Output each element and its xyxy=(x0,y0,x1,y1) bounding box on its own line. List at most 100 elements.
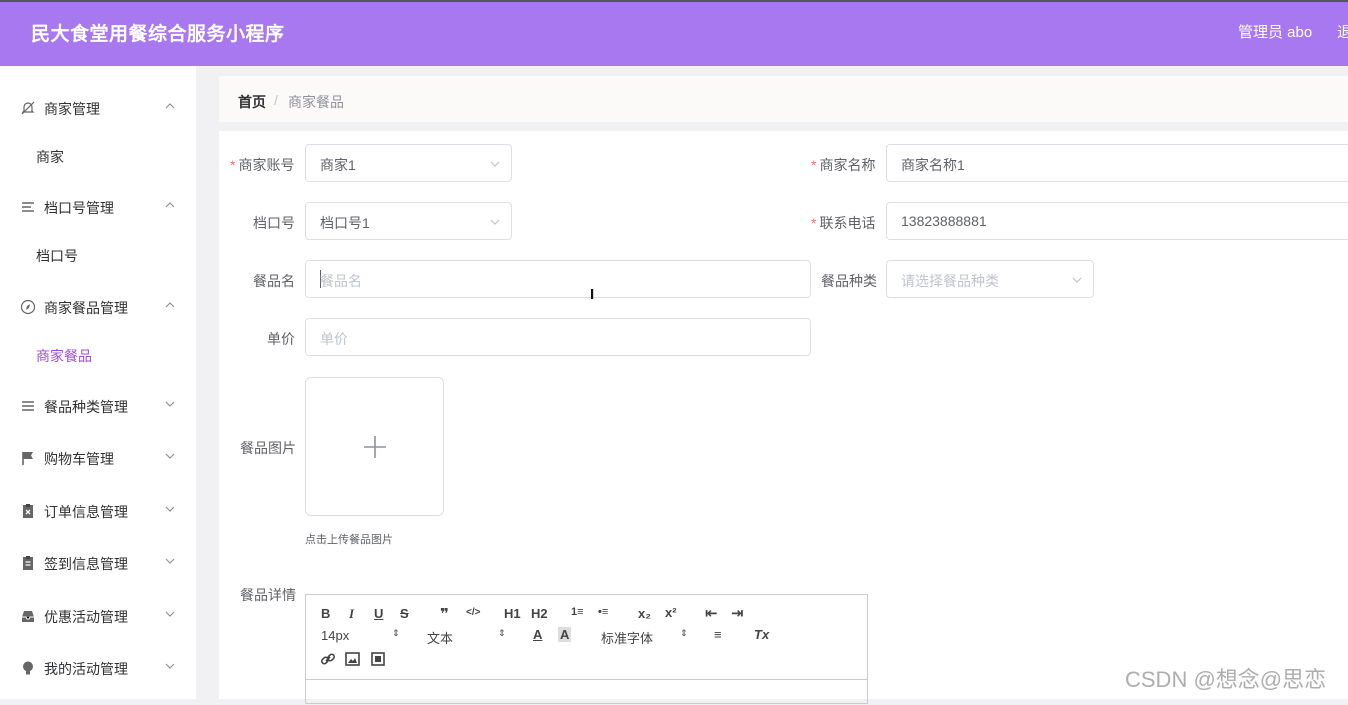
menu-label: 购物车管理 xyxy=(44,451,114,467)
stall-no-value: 档口号1 xyxy=(320,215,370,231)
strike-button[interactable]: S xyxy=(400,606,409,621)
required-mark: * xyxy=(230,157,236,173)
underline-button[interactable]: U xyxy=(374,606,383,621)
italic-button[interactable]: I xyxy=(349,606,354,622)
stall-no-label: 档口号 xyxy=(253,215,295,231)
merchant-account-select[interactable]: 商家1 xyxy=(305,144,512,182)
submenu-label: 商家餐品 xyxy=(36,348,92,364)
dropdown-arrows-icon: ⇕ xyxy=(498,628,506,638)
dropdown-arrows-icon: ⇕ xyxy=(392,628,400,638)
indent-button[interactable]: ⇥ xyxy=(731,604,744,622)
subscript-button[interactable]: x₂ xyxy=(638,606,651,621)
background-color-button[interactable]: A xyxy=(558,627,572,642)
compass-icon xyxy=(20,299,36,315)
menu-label: 商家管理 xyxy=(44,101,100,117)
bell-off-icon xyxy=(21,101,35,115)
chevron-down-icon xyxy=(165,611,175,617)
dish-image-label: 餐品图片 xyxy=(240,440,296,456)
phone-label: * 联系电话 xyxy=(811,215,876,231)
submenu-label: 商家 xyxy=(36,149,64,165)
image-upload-button[interactable] xyxy=(305,377,444,516)
breadcrumb-current: 商家餐品 xyxy=(288,94,344,110)
dish-name-label: 餐品名 xyxy=(253,273,295,289)
submenu-label: 档口号 xyxy=(36,248,78,264)
link-icon[interactable] xyxy=(320,651,336,667)
chevron-down-icon xyxy=(165,453,175,459)
align-button[interactable]: ≡ xyxy=(714,627,722,642)
menu-label: 餐品种类管理 xyxy=(44,399,128,415)
top-bar: 民大食堂用餐综合服务小程序 管理员 abo 退 xyxy=(0,0,1348,66)
required-mark: * xyxy=(811,215,817,231)
menu-my-activity-management[interactable]: 我的活动管理 xyxy=(0,648,196,688)
rich-text-editor: B I U S ❞ </> H1 H2 1≡ •≡ x₂ x² ⇤ ⇥ 14px… xyxy=(305,594,868,704)
required-mark: * xyxy=(811,157,817,173)
chevron-down-icon xyxy=(490,219,500,225)
menu-dish-category-management[interactable]: 餐品种类管理 xyxy=(0,386,196,426)
bold-button[interactable]: B xyxy=(321,606,330,621)
list-icon xyxy=(22,401,34,411)
price-label: 单价 xyxy=(267,331,295,347)
menu-label: 订单信息管理 xyxy=(44,504,128,520)
price-placeholder: 单价 xyxy=(320,331,348,347)
editor-content-area[interactable] xyxy=(306,679,867,705)
dish-form: * 商家账号 商家1 * 商家名称 商家名称1 档口号 档口号1 * 联系电话 138… xyxy=(219,131,1348,704)
submenu-merchant[interactable]: 商家 xyxy=(0,138,196,174)
menu-cart-management[interactable]: 购物车管理 xyxy=(0,438,196,478)
breadcrumb: 首页 / 商家餐品 xyxy=(219,76,1348,122)
price-input[interactable]: 单价 xyxy=(305,318,811,356)
watermark: CSDN @想念@思恋 xyxy=(1125,667,1327,692)
font-size-select[interactable]: 14px xyxy=(321,628,349,643)
submenu-merchant-dish[interactable]: 商家餐品 xyxy=(0,337,196,373)
image-icon[interactable] xyxy=(345,652,360,666)
menu-dish-management[interactable]: 商家餐品管理 xyxy=(0,287,196,327)
superscript-button[interactable]: x² xyxy=(665,605,677,620)
menu-promotion-management[interactable]: 优惠活动管理 xyxy=(0,596,196,636)
flag-icon xyxy=(22,452,33,465)
stall-no-select[interactable]: 档口号1 xyxy=(305,202,512,240)
menu-stall-management[interactable]: 档口号管理 xyxy=(0,187,196,227)
h1-button[interactable]: H1 xyxy=(504,606,521,621)
admin-user: 管理员 abo xyxy=(1238,24,1313,41)
chevron-up-icon xyxy=(165,202,175,208)
breadcrumb-home[interactable]: 首页 xyxy=(238,92,266,112)
quote-button[interactable]: ❞ xyxy=(440,605,449,623)
menu-label: 商家餐品管理 xyxy=(44,300,128,316)
menu-label: 签到信息管理 xyxy=(44,556,128,572)
chevron-down-icon xyxy=(490,161,500,167)
dropdown-arrows-icon: ⇕ xyxy=(680,628,688,638)
paragraph-select[interactable]: 文本 xyxy=(427,628,453,647)
video-icon[interactable] xyxy=(371,652,385,666)
ordered-list-button[interactable]: 1≡ xyxy=(571,606,584,618)
merchant-name-label: * 商家名称 xyxy=(811,157,876,173)
plus-icon xyxy=(364,436,386,458)
sidebar: 商家管理 商家 档口号管理 档口号 商家餐品管理 商家餐品 餐品种类管理 购物车… xyxy=(0,66,196,699)
font-family-select[interactable]: 标准字体 xyxy=(601,628,653,647)
list-icon xyxy=(22,202,34,212)
tray-icon xyxy=(22,611,34,622)
font-color-button[interactable]: A xyxy=(533,627,542,642)
submenu-stall[interactable]: 档口号 xyxy=(0,237,196,273)
menu-label: 我的活动管理 xyxy=(44,661,128,677)
dish-category-select[interactable]: 请选择餐品种类 xyxy=(886,260,1094,298)
dish-category-label: 餐品种类 xyxy=(821,273,877,289)
logout-link[interactable]: 退 xyxy=(1337,21,1348,42)
merchant-account-value: 商家1 xyxy=(320,157,356,173)
merchant-name-input[interactable]: 商家名称1 xyxy=(886,144,1348,182)
phone-input[interactable]: 13823888881 xyxy=(886,202,1348,240)
merchant-account-label: * 商家账号 xyxy=(230,157,295,173)
dish-name-input[interactable]: 餐品名 xyxy=(305,260,811,298)
menu-order-management[interactable]: 订单信息管理 xyxy=(0,491,196,531)
code-button[interactable]: </> xyxy=(466,607,480,618)
dish-name-placeholder: 餐品名 xyxy=(320,273,362,289)
h2-button[interactable]: H2 xyxy=(531,606,548,621)
app-title: 民大食堂用餐综合服务小程序 xyxy=(31,24,285,45)
dish-category-placeholder: 请选择餐品种类 xyxy=(901,273,999,289)
outdent-button[interactable]: ⇤ xyxy=(705,604,718,622)
menu-checkin-management[interactable]: 签到信息管理 xyxy=(0,543,196,583)
menu-merchant-management[interactable]: 商家管理 xyxy=(0,88,196,128)
clear-format-button[interactable]: Tx xyxy=(754,627,769,642)
chevron-up-icon xyxy=(165,103,175,109)
text-cursor-icon: I xyxy=(590,286,595,303)
bullet-list-button[interactable]: •≡ xyxy=(598,606,608,618)
chevron-down-icon xyxy=(165,558,175,564)
